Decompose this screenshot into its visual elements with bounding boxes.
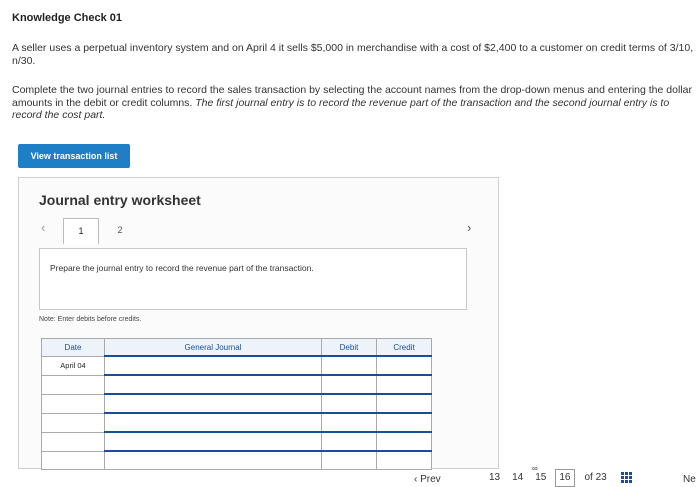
chevron-right-icon[interactable]: ›: [467, 220, 471, 235]
table-row: April 04: [41, 355, 432, 376]
credit-input[interactable]: [376, 431, 432, 452]
tab-2[interactable]: 2: [103, 218, 137, 242]
question-text: A seller uses a perpetual inventory syst…: [12, 42, 694, 67]
column-header-general-journal: General Journal: [104, 338, 322, 357]
column-header-credit: Credit: [376, 338, 432, 357]
next-button[interactable]: Ne: [683, 474, 696, 485]
date-cell: [41, 412, 105, 433]
view-transaction-list-button[interactable]: View transaction list: [18, 144, 130, 168]
page-navigator: 13 14 15 16 of 23: [486, 468, 633, 487]
table-row: [41, 374, 432, 395]
table-row: [41, 431, 432, 452]
prev-label: Prev: [420, 474, 441, 485]
debit-input[interactable]: [321, 412, 377, 433]
account-select[interactable]: [104, 355, 322, 376]
date-cell: [41, 450, 105, 470]
worksheet-title: Journal entry worksheet: [39, 192, 201, 208]
debit-input[interactable]: [321, 450, 377, 470]
debit-input[interactable]: [321, 374, 377, 395]
credit-input[interactable]: [376, 393, 432, 414]
account-select[interactable]: [104, 393, 322, 414]
prompt-box: Prepare the journal entry to record the …: [39, 248, 467, 310]
page-title: Knowledge Check 01: [12, 12, 123, 24]
date-cell: April 04: [41, 355, 105, 376]
account-select[interactable]: [104, 450, 322, 470]
tab-1[interactable]: 1: [63, 218, 99, 245]
credit-input[interactable]: [376, 412, 432, 433]
page-number-current[interactable]: 16: [555, 468, 575, 487]
prev-button[interactable]: ‹ Prev: [414, 474, 441, 485]
journal-table: Date General Journal Debit Credit April …: [41, 338, 432, 470]
date-cell: [41, 374, 105, 395]
credit-input[interactable]: [376, 355, 432, 376]
debit-input[interactable]: [321, 431, 377, 452]
account-select[interactable]: [104, 431, 322, 452]
table-row: [41, 393, 432, 414]
credit-input[interactable]: [376, 450, 432, 470]
page-number[interactable]: 14: [509, 472, 526, 483]
debit-input[interactable]: [321, 393, 377, 414]
page-number[interactable]: 15: [532, 472, 549, 483]
date-cell: [41, 431, 105, 452]
prompt-text: Prepare the journal entry to record the …: [50, 263, 314, 273]
credit-input[interactable]: [376, 374, 432, 395]
page-number[interactable]: 13: [486, 472, 503, 483]
account-select[interactable]: [104, 412, 322, 433]
column-header-date: Date: [41, 338, 105, 357]
note-text: Note: Enter debits before credits.: [39, 316, 142, 323]
table-row: [41, 450, 432, 470]
page-total: of 23: [584, 472, 607, 483]
chevron-left-icon[interactable]: ‹: [41, 220, 45, 235]
table-row: [41, 412, 432, 433]
account-select[interactable]: [104, 374, 322, 395]
debit-input[interactable]: [321, 355, 377, 376]
chevron-left-icon: ‹: [414, 474, 418, 485]
journal-entry-worksheet: Journal entry worksheet ‹ 1 2 › Prepare …: [18, 177, 499, 470]
grid-icon[interactable]: [620, 471, 633, 484]
instructions-text: Complete the two journal entries to reco…: [12, 84, 696, 122]
column-header-debit: Debit: [321, 338, 377, 357]
date-cell: [41, 393, 105, 414]
